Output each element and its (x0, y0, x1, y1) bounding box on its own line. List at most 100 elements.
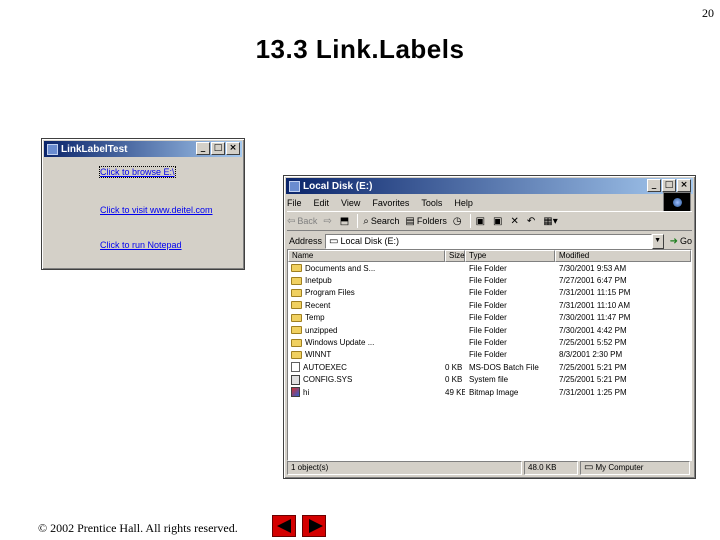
computer-icon: ▭ (584, 462, 594, 473)
forward-button[interactable]: ⇨ (323, 216, 333, 227)
column-modified[interactable]: Modified (555, 250, 691, 262)
maximize-button[interactable]: □ (211, 142, 225, 155)
close-button[interactable]: × (677, 179, 691, 192)
go-label: Go (679, 236, 692, 246)
file-type: File Folder (469, 263, 507, 273)
toolbar-separator (469, 214, 471, 228)
menu-help[interactable]: Help (454, 198, 473, 208)
file-modified: 7/31/2001 11:10 AM (559, 300, 631, 310)
file-modified: 7/30/2001 4:42 PM (559, 325, 627, 335)
views-button[interactable]: ▦▾ (543, 216, 559, 227)
status-location-label: My Computer (595, 463, 644, 472)
close-button[interactable]: × (226, 142, 240, 155)
file-type: MS-DOS Batch File (469, 362, 539, 372)
file-row[interactable]: CONFIG.SYS 0 KB System file 7/25/2001 5:21 … (288, 374, 691, 386)
caption-buttons: _ □ × (196, 142, 240, 155)
file-size: 49 KB (445, 387, 465, 397)
file-name-cell: hi (288, 387, 445, 398)
minimize-button[interactable]: _ (647, 179, 661, 192)
link-visit-deitel[interactable]: Click to visit www.deitel.com (100, 205, 213, 215)
file-name: unzipped (305, 325, 338, 335)
window-title: LinkLabelTest (61, 143, 128, 155)
file-size: 0 KB (445, 362, 463, 372)
file-name: Windows Update ... (305, 338, 375, 348)
menu-edit[interactable]: Edit (314, 198, 330, 208)
file-row[interactable]: hi 49 KB Bitmap Image 7/31/2001 1:25 PM (288, 386, 691, 398)
drive-icon: ▭ (329, 235, 339, 247)
file-list: Name Size Type Modified Documents and S.… (287, 249, 692, 461)
file-modified: 7/31/2001 1:25 PM (559, 387, 627, 397)
undo-icon: ↶ (526, 215, 536, 227)
file-type: File Folder (469, 288, 507, 298)
menu-tools[interactable]: Tools (421, 198, 442, 208)
search-button[interactable]: ⌕ Search (363, 216, 399, 227)
page-number: 20 (702, 6, 714, 20)
menu-favorites[interactable]: Favorites (372, 198, 409, 208)
file-modified: 8/3/2001 2:30 PM (559, 350, 623, 360)
address-dropdown-button[interactable]: ▼ (651, 233, 664, 249)
explorer-titlebar[interactable]: Local Disk (E:) _ □ × (286, 178, 693, 194)
file-row[interactable]: Inetpub File Folder 7/27/2001 6:47 PM (288, 274, 691, 286)
move-to-button[interactable]: ▣ (476, 216, 487, 227)
back-arrow-icon: ⇦ (287, 215, 296, 227)
folder-icon (291, 288, 302, 297)
next-slide-button[interactable] (302, 515, 326, 537)
go-button[interactable]: ➜ Go (670, 236, 692, 247)
drive-icon (289, 180, 300, 192)
undo-button[interactable]: ↶ (527, 216, 537, 227)
folder-icon (291, 313, 302, 322)
column-size[interactable]: Size (445, 250, 465, 262)
file-row[interactable]: AUTOEXEC 0 KB MS-DOS Batch File 7/25/2001 5… (288, 361, 691, 373)
link-browse-drive[interactable]: Click to browse E:\ (99, 166, 176, 178)
file-name: hi (303, 387, 310, 397)
toolbar-separator (357, 214, 359, 228)
menu-view[interactable]: View (341, 198, 360, 208)
up-button[interactable]: ⬒ (340, 216, 351, 227)
linklabel-titlebar[interactable]: LinkLabelTest _ □ × (44, 141, 242, 157)
file-type: File Folder (469, 300, 507, 310)
file-name-cell: Recent (288, 301, 445, 310)
history-button[interactable]: ◷ (453, 216, 464, 227)
folders-label: Folders (416, 216, 447, 226)
linklabel-test-window: LinkLabelTest _ □ × Click to browse E:\ … (41, 138, 245, 270)
search-icon: ⌕ (363, 215, 369, 227)
folder-icon (291, 338, 302, 347)
address-field[interactable]: ▭ Local Disk (E:) (325, 233, 652, 249)
file-row[interactable]: unzipped File Folder 7/30/2001 4:42 PM (288, 324, 691, 336)
link-run-notepad[interactable]: Click to run Notepad (100, 240, 182, 250)
menu-file[interactable]: File (287, 198, 302, 208)
status-size: 48.0 KB (524, 461, 578, 475)
file-row[interactable]: Recent File Folder 7/31/2001 11:10 AM (288, 299, 691, 311)
back-button[interactable]: ⇦ Back (287, 216, 317, 227)
move-to-icon: ▣ (475, 215, 486, 227)
file-row[interactable]: Program Files File Folder 7/31/2001 11:15 … (288, 287, 691, 299)
file-name-cell: Documents and S... (288, 264, 445, 273)
address-value: Local Disk (E:) (340, 236, 399, 246)
file-modified: 7/27/2001 6:47 PM (559, 276, 627, 286)
folder-icon (291, 264, 302, 273)
forward-arrow-icon: ⇨ (323, 215, 332, 227)
file-row[interactable]: Windows Update ... File Folder 7/25/2001 5… (288, 336, 691, 348)
copy-to-button[interactable]: ▣ (493, 216, 504, 227)
previous-slide-button[interactable] (272, 515, 296, 537)
delete-button[interactable]: ✕ (511, 216, 521, 227)
column-name[interactable]: Name (288, 250, 445, 262)
file-modified: 7/25/2001 5:52 PM (559, 338, 627, 348)
slide-navigation (272, 515, 326, 537)
minimize-button[interactable]: _ (196, 142, 210, 155)
folders-button[interactable]: ▤ Folders (405, 216, 446, 227)
file-type: Bitmap Image (469, 387, 519, 397)
file-row[interactable]: Temp File Folder 7/30/2001 11:47 PM (288, 312, 691, 324)
file-name-cell: Windows Update ... (288, 338, 445, 347)
file-icon (291, 362, 300, 373)
history-icon: ◷ (452, 215, 462, 227)
maximize-button[interactable]: □ (662, 179, 676, 192)
folder-icon (291, 276, 302, 285)
file-name-cell: AUTOEXEC (288, 362, 445, 373)
folder-icon (291, 301, 302, 310)
file-row[interactable]: WINNT File Folder 8/3/2001 2:30 PM (288, 349, 691, 361)
file-row[interactable]: Documents and S... File Folder 7/30/2001 9… (288, 262, 691, 274)
column-type[interactable]: Type (465, 250, 555, 262)
file-type: File Folder (469, 276, 507, 286)
address-bar: Address ▭ Local Disk (E:) ▼ ➜ Go (287, 232, 692, 250)
